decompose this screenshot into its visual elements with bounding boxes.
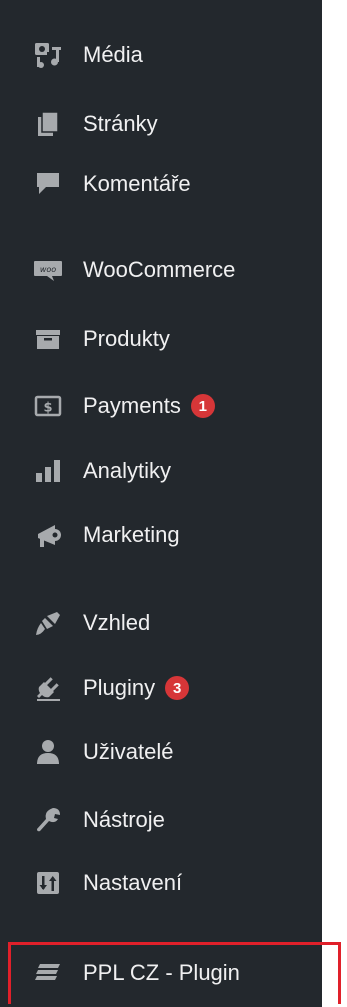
menu-item-label: Payments 1 <box>83 393 215 419</box>
menu-item-label: WooCommerce <box>83 257 236 282</box>
menu-item-marketing[interactable]: Marketing <box>0 505 322 565</box>
products-icon <box>32 323 64 355</box>
analytics-icon <box>32 455 64 487</box>
woocommerce-icon: woo <box>32 254 64 286</box>
payments-icon: $ <box>32 390 64 422</box>
comments-icon <box>32 168 64 200</box>
menu-item-settings[interactable]: Nastavení <box>0 853 322 913</box>
menu-item-label: Média <box>83 42 143 67</box>
users-icon <box>32 736 64 768</box>
svg-text:woo: woo <box>40 265 56 274</box>
highlight-outline <box>8 942 341 1004</box>
menu-item-media[interactable]: Média <box>0 25 322 85</box>
menu-item-label: Analytiky <box>83 458 172 483</box>
appearance-icon <box>32 607 64 639</box>
menu-item-label: Vzhled <box>83 610 151 635</box>
settings-icon <box>32 867 64 899</box>
menu-item-label: Pluginy 3 <box>83 675 190 701</box>
menu-item-analytics[interactable]: Analytiky <box>0 441 322 501</box>
menu-item-pages[interactable]: Stránky <box>0 94 322 154</box>
payments-label: Payments <box>83 393 181 418</box>
notification-badge: 1 <box>190 394 215 418</box>
menu-item-label: Stránky <box>83 111 158 136</box>
notification-badge: 3 <box>165 676 190 700</box>
menu-item-label: Nastavení <box>83 870 183 895</box>
menu-item-plugins[interactable]: Pluginy 3 <box>0 658 322 718</box>
menu-item-products[interactable]: Produkty <box>0 309 322 369</box>
tools-icon <box>32 804 64 836</box>
menu-item-tools[interactable]: Nástroje <box>0 790 322 850</box>
menu-item-woocommerce[interactable]: woo WooCommerce <box>0 240 322 300</box>
admin-sidebar-menu: Média Stránky Komentáře woo WooCommerce <box>0 0 322 1007</box>
menu-item-appearance[interactable]: Vzhled <box>0 593 322 653</box>
menu-item-comments[interactable]: Komentáře <box>0 154 322 214</box>
menu-item-label: Nástroje <box>83 807 165 832</box>
svg-text:$: $ <box>43 401 52 416</box>
menu-item-users[interactable]: Uživatelé <box>0 722 322 782</box>
menu-item-label: Produkty <box>83 326 170 351</box>
media-icon <box>32 39 64 71</box>
plugins-label: Pluginy <box>83 675 156 700</box>
menu-item-label: Uživatelé <box>83 739 174 764</box>
menu-item-label: Marketing <box>83 522 180 547</box>
pages-icon <box>32 108 64 140</box>
menu-item-label: Komentáře <box>83 171 191 196</box>
plugins-icon <box>32 672 64 704</box>
menu-item-payments[interactable]: $ Payments 1 <box>0 376 322 436</box>
marketing-icon <box>32 519 64 551</box>
